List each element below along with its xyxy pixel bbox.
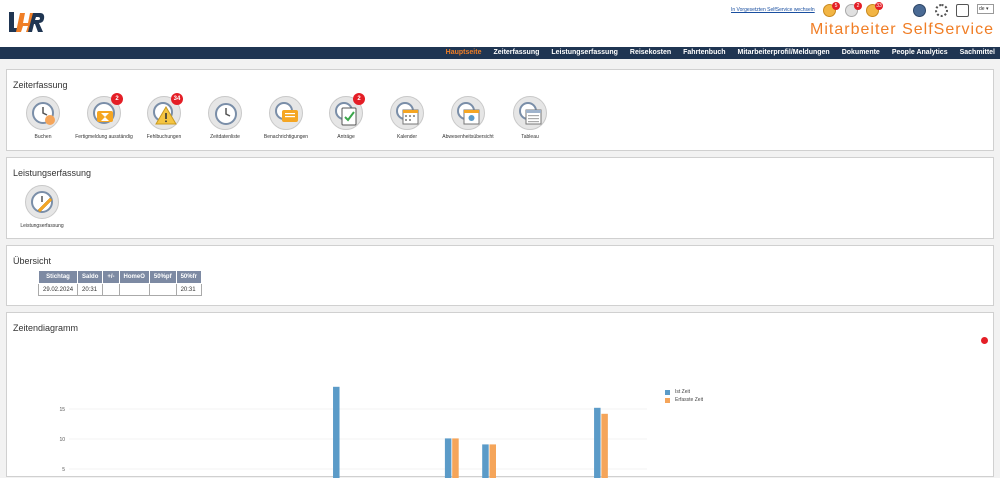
- tile-label: Tableau: [521, 134, 539, 140]
- table-row: 29.02.2024 20:31 20:31: [37, 283, 202, 296]
- header-saldo: Saldo: [77, 270, 104, 284]
- tile-label: Leistungserfassung: [20, 223, 64, 229]
- tile-tableau[interactable]: Tableau: [500, 96, 560, 144]
- company-logo[interactable]: [6, 10, 46, 34]
- nav-zeiterfassung[interactable]: Zeiterfassung: [493, 47, 539, 59]
- help-icon[interactable]: [913, 4, 926, 17]
- leistungserfassung-title: Leistungserfassung: [13, 168, 92, 178]
- legend-item-ist: Ist Zeit: [665, 389, 703, 397]
- uebersicht-title: Übersicht: [13, 256, 52, 266]
- warning-header-icon[interactable]: 33: [866, 2, 883, 17]
- stopwatch-pen-icon: [25, 185, 59, 219]
- y-tick-label: 10: [59, 437, 65, 443]
- bar-erfasst[interactable]: [452, 438, 459, 478]
- switch-to-manager-link[interactable]: In Vorgesetzten SelfService wechseln: [731, 7, 815, 13]
- header-50fr: 50%fr: [175, 270, 202, 284]
- absence-calendar-icon: [451, 96, 485, 130]
- cell-homeo: [118, 283, 150, 296]
- message-icon: [269, 96, 303, 130]
- nav-fahrtenbuch[interactable]: Fahrtenbuch: [683, 47, 725, 59]
- app-brand-title: Mitarbeiter SelfService: [810, 21, 994, 38]
- bar-ist[interactable]: [594, 407, 601, 478]
- legend-swatch: [665, 398, 670, 403]
- nav-mitarbeiterprofil[interactable]: Mitarbeiterprofil/Meldungen: [738, 47, 830, 59]
- app-header: In Vorgesetzten SelfService wechseln 5 2…: [0, 0, 1000, 47]
- warning-header-badge: 33: [875, 2, 883, 10]
- cell-saldo: 20:31: [77, 283, 104, 296]
- header-plusminus: +/-: [102, 270, 120, 284]
- cell-50pf: [148, 283, 177, 296]
- tile-abwesenheitsuebersicht[interactable]: Abwesenheitsübersicht: [438, 96, 498, 144]
- y-tick-label: 5: [62, 467, 65, 473]
- tile-badge: 34: [171, 93, 183, 105]
- table-icon: [513, 96, 547, 130]
- settings-gear-icon[interactable]: [935, 4, 948, 17]
- uebersicht-panel: Übersicht Stichtag Saldo +/- HomeO 50%pf…: [6, 245, 994, 306]
- cell-plusminus: [102, 283, 120, 296]
- y-tick-label: 15: [59, 407, 65, 413]
- zeitendiagramm-panel: Zeitendiagramm 5 10 15 Ist Zeit Erfasste Z…: [6, 312, 994, 478]
- language-value: de: [979, 6, 985, 12]
- calendar-icon: [390, 96, 424, 130]
- bar-erfasst[interactable]: [601, 413, 608, 478]
- legend-item-erfasst: Erfasste Zeit: [665, 397, 703, 405]
- bar-ist[interactable]: [444, 438, 452, 478]
- tile-leistungserfassung[interactable]: Leistungserfassung: [12, 185, 72, 233]
- language-select[interactable]: de ▾: [977, 4, 994, 14]
- nav-sachmittel[interactable]: Sachmittel: [960, 47, 995, 59]
- header-50pf: 50%pf: [148, 270, 177, 284]
- clock-icon: [208, 96, 242, 130]
- notification-icon[interactable]: 5: [823, 2, 840, 17]
- zeiterfassung-title: Zeiterfassung: [13, 80, 68, 90]
- legend-label: Erfasste Zeit: [675, 397, 704, 403]
- leistungserfassung-panel: Leistungserfassung Leistungserfassung: [6, 157, 994, 239]
- tile-badge: 2: [353, 93, 365, 105]
- clock-alert-icon[interactable]: 2: [845, 2, 862, 17]
- nav-leistungserfassung[interactable]: Leistungserfassung: [551, 47, 618, 59]
- legend-label: Ist Zeit: [675, 389, 691, 395]
- nav-dokumente[interactable]: Dokumente: [842, 47, 880, 59]
- header-stichtag: Stichtag: [37, 270, 79, 284]
- time-chart: 5 10 15: [59, 386, 647, 478]
- nav-hauptseite[interactable]: Hauptseite: [446, 47, 482, 59]
- header-homeo: HomeO: [118, 270, 150, 284]
- legend-swatch: [665, 390, 670, 395]
- chart-legend: Ist Zeit Erfasste Zeit: [665, 389, 703, 405]
- notification-badge: 5: [832, 2, 840, 10]
- cell-stichtag: 29.02.2024: [37, 283, 79, 296]
- main-nav: Hauptseite Zeiterfassung Leistungserfass…: [0, 47, 1000, 59]
- clock-alert-badge: 2: [854, 2, 862, 10]
- logout-icon[interactable]: [956, 4, 969, 17]
- zeiterfassung-panel: Zeiterfassung Buchen 2 Fertigmeldung aus…: [6, 69, 994, 151]
- clock-hand-icon: [26, 96, 60, 130]
- cell-50fr: 20:31: [175, 283, 202, 296]
- summary-table: Stichtag Saldo +/- HomeO 50%pf 50%fr 29.…: [37, 270, 202, 296]
- nav-reisekosten[interactable]: Reisekosten: [630, 47, 671, 59]
- tile-badge: 2: [111, 93, 123, 105]
- nav-people-analytics[interactable]: People Analytics: [892, 47, 948, 59]
- bar-ist[interactable]: [333, 386, 340, 478]
